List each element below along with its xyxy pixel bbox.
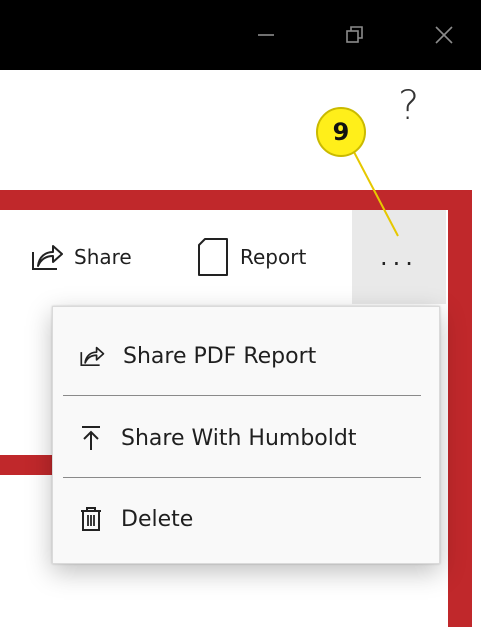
report-label: Report (240, 245, 307, 269)
menu-item-delete[interactable]: Delete (53, 489, 439, 549)
menu-item-label: Delete (121, 506, 194, 532)
callout-badge: 9 (316, 107, 366, 157)
menu-item-share-with-humboldt[interactable]: Share With Humboldt (53, 408, 439, 468)
minimize-button[interactable] (236, 0, 296, 70)
share-button[interactable]: Share (30, 210, 132, 304)
menu-item-label: Share With Humboldt (121, 425, 357, 451)
menu-item-label: Share PDF Report (123, 343, 317, 369)
window-titlebar (0, 0, 481, 70)
trash-icon (79, 506, 103, 532)
close-icon (433, 24, 455, 46)
frame-top-border (0, 190, 472, 210)
close-button[interactable] (414, 0, 474, 70)
more-options-menu: Share PDF Report Share With Humboldt Del… (52, 306, 440, 564)
share-icon (30, 242, 64, 272)
share-icon (79, 344, 105, 368)
document-icon (196, 237, 230, 277)
help-button[interactable]: ? (398, 86, 419, 126)
restore-icon (344, 24, 366, 46)
minimize-icon (256, 25, 276, 45)
more-options-button[interactable]: ... (352, 210, 446, 304)
menu-divider (63, 477, 421, 478)
report-button[interactable]: Report (196, 210, 306, 304)
menu-divider (63, 395, 421, 396)
restore-button[interactable] (325, 0, 385, 70)
upload-icon (79, 425, 103, 451)
frame-right-border (448, 190, 472, 627)
share-label: Share (74, 245, 132, 269)
frame-left-band (0, 455, 60, 475)
menu-item-share-pdf-report[interactable]: Share PDF Report (53, 326, 439, 386)
